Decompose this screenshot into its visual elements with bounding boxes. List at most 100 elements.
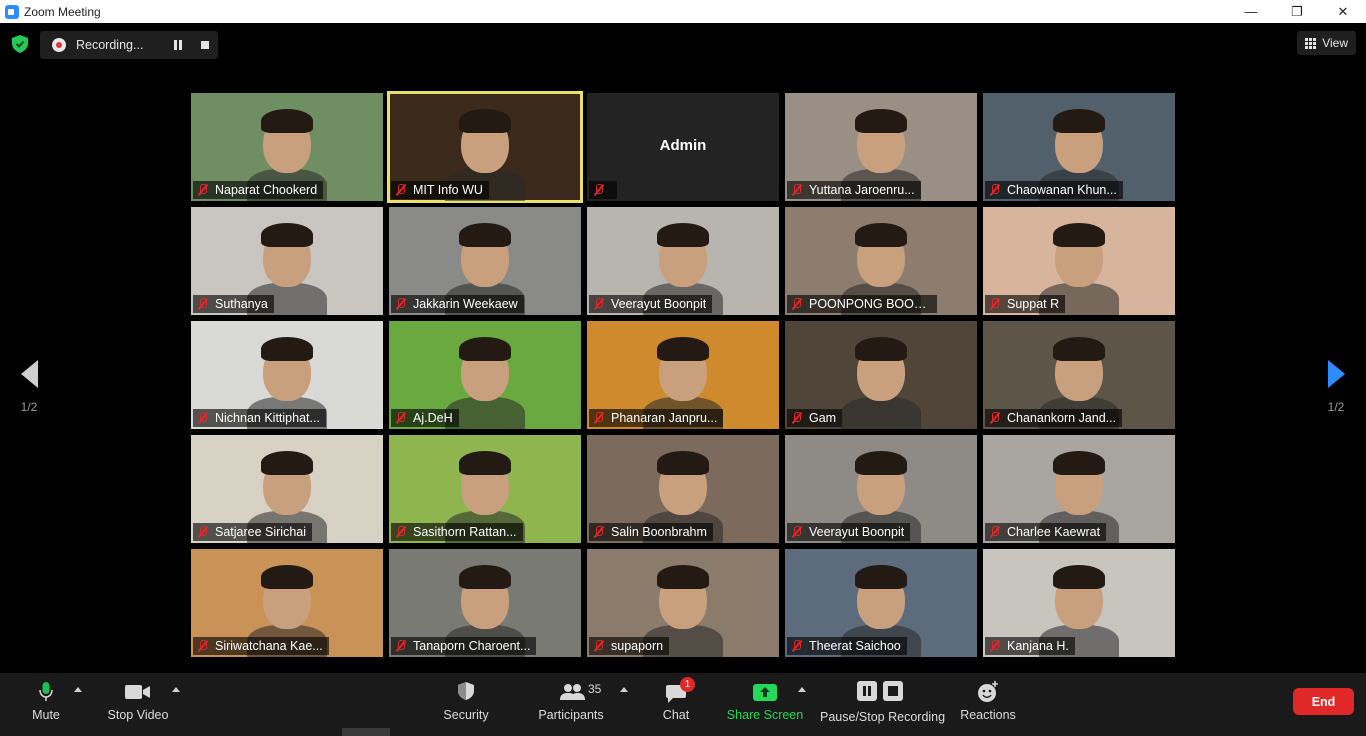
participant-name: Jakkarin Weekaew — [413, 297, 518, 311]
close-button[interactable]: ✕ — [1320, 0, 1366, 23]
minimize-button[interactable]: — — [1228, 0, 1274, 23]
video-tile[interactable]: Veerayut Boonpit — [587, 207, 779, 315]
pause-stop-recording-label: Pause/Stop Recording — [820, 710, 946, 724]
participant-name-chip: Charlee Kaewrat — [985, 523, 1107, 541]
stop-recording-icon[interactable] — [201, 41, 209, 49]
view-button[interactable]: View — [1297, 31, 1356, 55]
bottom-strip — [0, 728, 1366, 736]
video-tile[interactable]: Phanaran Janpru... — [587, 321, 779, 429]
pause-recording-icon[interactable] — [173, 40, 183, 50]
video-tile[interactable]: Naparat Chookerd — [191, 93, 383, 201]
video-tile[interactable]: Charlee Kaewrat — [983, 435, 1175, 543]
share-screen-label: Share Screen — [726, 708, 804, 722]
muted-microphone-icon — [989, 526, 1001, 538]
muted-microphone-icon — [395, 184, 407, 196]
encryption-shield-icon[interactable] — [12, 35, 28, 53]
participant-video-hair — [459, 337, 511, 361]
audio-options-chevron-up-icon[interactable] — [74, 687, 82, 692]
participant-video-hair — [855, 109, 907, 133]
zoom-app-icon — [5, 4, 19, 19]
restore-button[interactable]: ❐ — [1274, 0, 1320, 23]
participant-name-chip: Siriwatchana Kae... — [193, 637, 329, 655]
previous-page-button[interactable]: 1/2 — [14, 360, 44, 414]
video-tile[interactable]: POONPONG BOON... — [785, 207, 977, 315]
participant-name: Kanjana H. — [1007, 639, 1069, 653]
mute-button[interactable]: Mute — [16, 673, 76, 728]
participants-options-chevron-up-icon[interactable] — [620, 687, 628, 692]
window-title: Zoom Meeting — [24, 4, 101, 19]
video-tile[interactable]: Kanjana H. — [983, 549, 1175, 657]
participant-name: Veerayut Boonpit — [611, 297, 707, 311]
participants-icon — [560, 684, 585, 700]
smiley-reaction-icon — [978, 681, 998, 702]
video-tile[interactable]: Siriwatchana Kae... — [191, 549, 383, 657]
security-button[interactable]: Security — [436, 673, 496, 728]
video-tile[interactable]: Theerat Saichoo — [785, 549, 977, 657]
participant-video-body — [841, 397, 921, 429]
meeting-stage: Recording... View 1/2 1/2 Naparat Chooke… — [0, 23, 1366, 673]
participant-video-hair — [1053, 337, 1105, 361]
video-tile[interactable]: supaporn — [587, 549, 779, 657]
participant-name: Gam — [809, 411, 837, 425]
muted-microphone-icon — [395, 526, 407, 538]
participant-name-chip — [589, 181, 617, 199]
meeting-toolbar: Mute Stop Video Security 35 Participants — [0, 673, 1366, 728]
view-label: View — [1322, 36, 1348, 50]
stop-video-button[interactable]: Stop Video — [104, 673, 172, 728]
arrow-left-icon — [20, 360, 38, 388]
end-meeting-button[interactable]: End — [1293, 688, 1354, 715]
title-bar: Zoom Meeting — ❐ ✕ — [0, 0, 1366, 23]
participant-name: MIT Info WU — [413, 183, 483, 197]
participant-video-hair — [657, 223, 709, 247]
video-tile[interactable]: Veerayut Boonpit — [785, 435, 977, 543]
share-screen-button[interactable]: Share Screen — [726, 673, 804, 728]
participants-button[interactable]: 35 Participants — [536, 673, 606, 728]
muted-microphone-icon — [791, 184, 803, 196]
participant-name: Suthanya — [215, 297, 268, 311]
muted-microphone-icon — [593, 184, 605, 196]
video-tile[interactable]: Gam — [785, 321, 977, 429]
video-tile[interactable]: Sasithorn Rattan... — [389, 435, 581, 543]
participant-video-hair — [855, 565, 907, 589]
participant-name-chip: Theerat Saichoo — [787, 637, 907, 655]
video-tile[interactable]: Satjaree Sirichai — [191, 435, 383, 543]
video-tile[interactable]: Admin — [587, 93, 779, 201]
video-tile[interactable]: Nichnan Kittiphat... — [191, 321, 383, 429]
video-tile[interactable]: Tanaporn Charoent... — [389, 549, 581, 657]
video-tile[interactable]: Suppat R — [983, 207, 1175, 315]
video-tile[interactable]: Aj.DeH — [389, 321, 581, 429]
muted-microphone-icon — [989, 640, 1001, 652]
share-screen-icon — [753, 684, 777, 701]
reactions-button[interactable]: Reactions — [958, 673, 1018, 728]
video-tile[interactable]: MIT Info WU — [387, 91, 583, 203]
muted-microphone-icon — [989, 412, 1001, 424]
participant-name: POONPONG BOON... — [809, 297, 931, 311]
participant-name-chip: POONPONG BOON... — [787, 295, 937, 313]
arrow-right-icon — [1327, 360, 1345, 388]
participant-name-chip: Salin Boonbrahm — [589, 523, 713, 541]
chat-button[interactable]: 1 Chat — [656, 673, 696, 728]
muted-microphone-icon — [593, 640, 605, 652]
muted-microphone-icon — [791, 640, 803, 652]
chat-unread-badge: 1 — [680, 677, 695, 692]
participant-video-hair — [855, 337, 907, 361]
video-tile[interactable]: Chaowanan Khun... — [983, 93, 1175, 201]
participant-video-hair — [1053, 109, 1105, 133]
video-tile[interactable]: Jakkarin Weekaew — [389, 207, 581, 315]
share-options-chevron-up-icon[interactable] — [798, 687, 806, 692]
participant-name: Sasithorn Rattan... — [413, 525, 517, 539]
participant-video-hair — [657, 337, 709, 361]
participant-video-hair — [1053, 451, 1105, 475]
pause-stop-recording-button[interactable]: Pause/Stop Recording — [820, 673, 946, 728]
video-tile[interactable]: Salin Boonbrahm — [587, 435, 779, 543]
video-options-chevron-up-icon[interactable] — [172, 687, 180, 692]
video-tile[interactable]: Yuttana Jaroenru... — [785, 93, 977, 201]
muted-microphone-icon — [989, 298, 1001, 310]
video-tile[interactable]: Suthanya — [191, 207, 383, 315]
participant-video-hair — [261, 109, 313, 133]
participant-video-hair — [459, 451, 511, 475]
muted-microphone-icon — [593, 526, 605, 538]
recording-controls-icon — [857, 681, 905, 701]
next-page-button[interactable]: 1/2 — [1321, 360, 1351, 414]
video-tile[interactable]: Chanankorn Jand... — [983, 321, 1175, 429]
